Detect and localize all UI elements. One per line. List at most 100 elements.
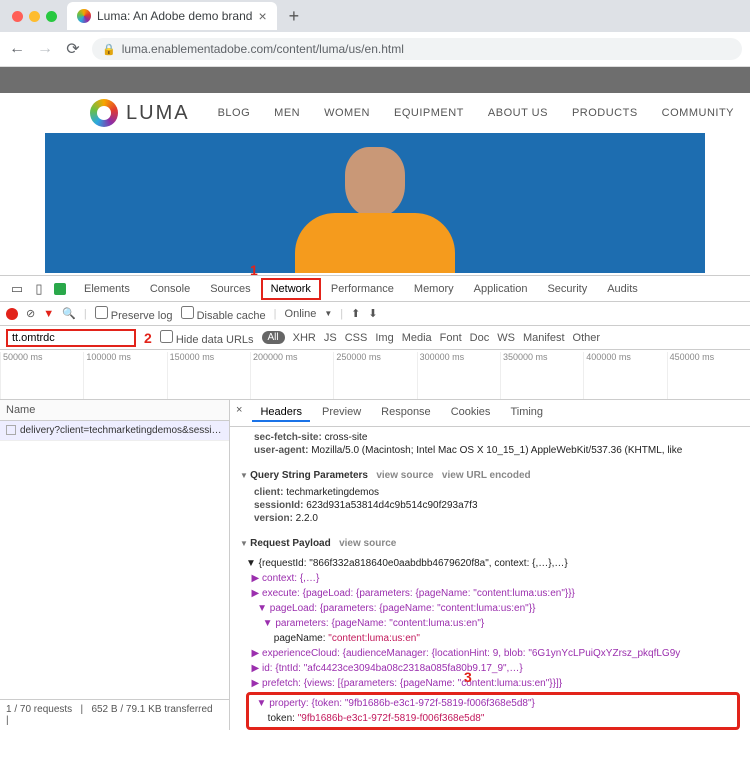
filter-img[interactable]: Img (375, 332, 393, 344)
site-logo[interactable]: LUMA (90, 99, 190, 127)
tick: 150000 ms (167, 352, 250, 399)
annotation-1: 1 (250, 262, 258, 278)
vue-devtools-icon[interactable] (54, 283, 66, 295)
tab-memory[interactable]: Memory (404, 278, 464, 300)
close-window-button[interactable] (12, 11, 23, 22)
tab-sources[interactable]: Sources (200, 278, 260, 300)
network-filter-input[interactable] (6, 329, 136, 347)
sid-val: 623d931a53814d4c9b514c90f293a7f3 (303, 500, 477, 511)
minimize-window-button[interactable] (29, 11, 40, 22)
upload-har-icon[interactable]: ⬆ (351, 307, 360, 320)
nav-equipment[interactable]: EQUIPMENT (394, 107, 464, 119)
dtab-headers[interactable]: Headers (252, 404, 310, 422)
property-highlight: ▼ property: {token: "9fb1686b-e3c1-972f-… (246, 692, 740, 730)
network-timeline[interactable]: 50000 ms 100000 ms 150000 ms 200000 ms 2… (0, 350, 750, 400)
filter-manifest[interactable]: Manifest (523, 332, 565, 344)
forward-button[interactable]: → (36, 40, 54, 58)
tick: 400000 ms (583, 352, 666, 399)
request-row[interactable]: delivery?client=techmarketingdemos&sessi… (0, 421, 229, 441)
close-tab-button[interactable]: × (258, 8, 266, 24)
nav-blog[interactable]: BLOG (218, 107, 251, 119)
tree-row[interactable]: ▶ prefetch: {views: [{parameters: {pageN… (246, 678, 562, 689)
filter-xhr[interactable]: XHR (293, 332, 316, 344)
clear-button[interactable]: ⊘ (26, 307, 35, 320)
search-icon[interactable]: 🔍 (62, 307, 76, 320)
sfs-val: cross-site (322, 432, 368, 443)
tab-network[interactable]: Network (261, 278, 321, 300)
payload-view-source[interactable]: view source (339, 538, 396, 549)
dtab-response[interactable]: Response (373, 404, 439, 422)
dtab-timing[interactable]: Timing (502, 404, 551, 422)
tab-title: Luma: An Adobe demo brand (97, 9, 252, 23)
tree-row[interactable]: ▼ {requestId: "866f332a818640e0aabdbb467… (246, 556, 740, 571)
filter-ws[interactable]: WS (497, 332, 515, 344)
ver-key: version: (254, 513, 293, 524)
disable-cache-checkbox[interactable]: Disable cache (181, 306, 266, 322)
dtab-cookies[interactable]: Cookies (443, 404, 499, 422)
tree-row-property[interactable]: ▼ property: {token: "9fb1686b-e3c1-972f-… (251, 698, 535, 709)
record-button[interactable] (6, 308, 18, 320)
filter-media[interactable]: Media (402, 332, 432, 344)
filter-types: XHR JS CSS Img Media Font Doc WS Manifes… (293, 332, 600, 344)
devtools-panel: ▭ ▯ Elements Console Sources 1 Network P… (0, 275, 750, 730)
tab-security[interactable]: Security (537, 278, 597, 300)
device-toggle-icon[interactable]: ▯ (28, 281, 50, 297)
browser-chrome: Luma: An Adobe demo brand × + ← → ⟳ 🔒 lu… (0, 0, 750, 67)
filter-css[interactable]: CSS (345, 332, 368, 344)
filter-other[interactable]: Other (573, 332, 601, 344)
nav-products[interactable]: PRODUCTS (572, 107, 638, 119)
nav-community[interactable]: COMMUNITY (662, 107, 734, 119)
dtab-preview[interactable]: Preview (314, 404, 369, 422)
online-select[interactable]: Online (285, 308, 317, 320)
qsp-title[interactable]: Query String Parameters view source view… (240, 465, 740, 486)
detail-tabs: × Headers Preview Response Cookies Timin… (230, 400, 750, 427)
payload-tree[interactable]: ▼ {requestId: "866f332a818640e0aabdbb467… (240, 554, 740, 730)
tree-row: pageName: (246, 633, 328, 644)
reload-button[interactable]: ⟳ (64, 39, 82, 59)
filter-type-all[interactable]: All (262, 331, 285, 344)
tab-performance[interactable]: Performance (321, 278, 404, 300)
tab-bar: Luma: An Adobe demo brand × + (0, 0, 750, 32)
close-detail-button[interactable]: × (234, 404, 248, 422)
tick: 200000 ms (250, 352, 333, 399)
address-bar[interactable]: 🔒 luma.enablementadobe.com/content/luma/… (92, 38, 742, 60)
ua-val: Mozilla/5.0 (Macintosh; Intel Mac OS X 1… (308, 445, 682, 456)
hero-person-illustration (310, 133, 440, 273)
tree-row[interactable]: ▼ pageLoad: {parameters: {pageName: "con… (246, 603, 535, 614)
nav-about[interactable]: ABOUT US (488, 107, 548, 119)
back-button[interactable]: ← (8, 40, 26, 58)
filter-doc[interactable]: Doc (470, 332, 490, 344)
tab-elements[interactable]: Elements (74, 278, 140, 300)
request-list-header[interactable]: Name (0, 400, 229, 421)
browser-tab[interactable]: Luma: An Adobe demo brand × (67, 2, 277, 30)
tab-audits[interactable]: Audits (597, 278, 648, 300)
inspect-element-icon[interactable]: ▭ (6, 281, 28, 297)
filter-font[interactable]: Font (440, 332, 462, 344)
filter-toggle-icon[interactable]: ▼ (43, 308, 54, 320)
filter-js[interactable]: JS (324, 332, 337, 344)
tree-row[interactable]: ▶ id: {tntId: "afc4423ce3094ba08c2318a08… (246, 663, 523, 674)
tree-row[interactable]: ▶ experienceCloud: {audienceManager: {lo… (246, 648, 680, 659)
nav-women[interactable]: WOMEN (324, 107, 370, 119)
preserve-log-checkbox[interactable]: Preserve log (95, 306, 173, 322)
tree-row[interactable]: ▶ execute: {pageLoad: {parameters: {page… (246, 588, 575, 599)
status-transferred: 652 B / 79.1 KB transferred (91, 704, 212, 715)
tree-row[interactable]: ▶ context: {,…} (246, 573, 319, 584)
qsp-view-source[interactable]: view source (376, 470, 433, 481)
payload-title[interactable]: Request Payload view source (240, 533, 740, 554)
qsp-view-url[interactable]: view URL encoded (442, 470, 531, 481)
tree-row[interactable]: ▼ parameters: {pageName: "content:luma:u… (246, 618, 484, 629)
devtools-tabbar: ▭ ▯ Elements Console Sources 1 Network P… (0, 276, 750, 302)
tab-console[interactable]: Console (140, 278, 200, 300)
download-har-icon[interactable]: ⬇ (368, 307, 377, 320)
fullscreen-window-button[interactable] (46, 11, 57, 22)
tick: 50000 ms (0, 352, 83, 399)
dropdown-icon[interactable]: ▼ (324, 309, 332, 318)
tab-application[interactable]: Application (464, 278, 538, 300)
nav-links: BLOG MEN WOMEN EQUIPMENT ABOUT US PRODUC… (218, 107, 734, 119)
client-key: client: (254, 487, 283, 498)
nav-men[interactable]: MEN (274, 107, 300, 119)
hide-data-urls-checkbox[interactable]: Hide data URLs (160, 330, 254, 346)
new-tab-button[interactable]: + (283, 6, 306, 27)
tick: 100000 ms (83, 352, 166, 399)
